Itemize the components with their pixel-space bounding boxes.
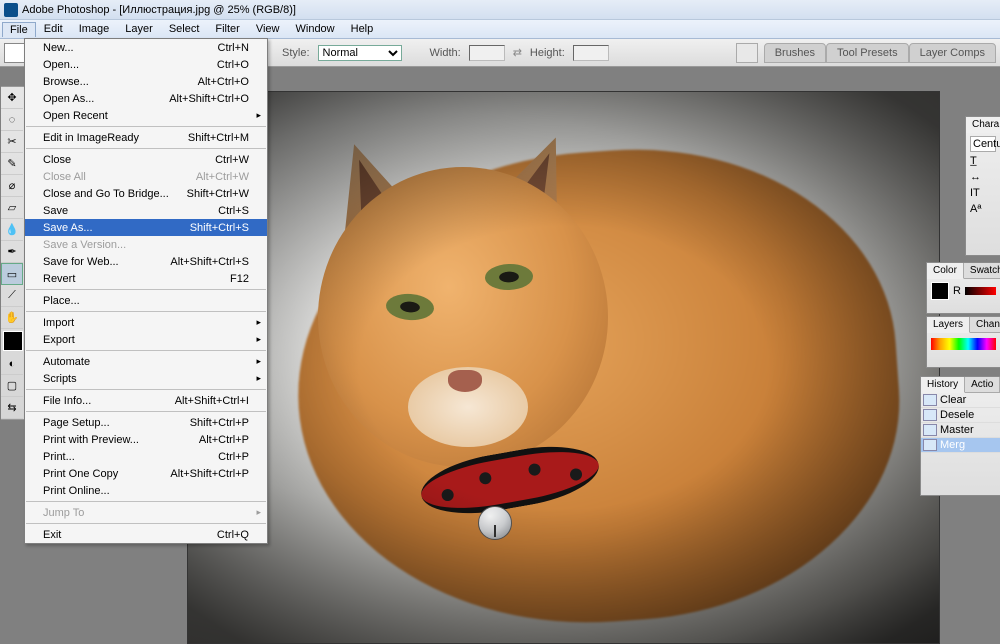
menu-window[interactable]: Window [288,21,343,37]
tab-layers[interactable]: Layers [927,317,970,333]
screenmode-icon[interactable]: ▢ [1,375,23,397]
history-item[interactable]: Merg [921,438,1000,453]
clone-tool-icon[interactable]: ⌀ [1,175,23,197]
marquee-tool-icon[interactable]: ▭ [1,263,23,285]
color-swatch-icon[interactable] [931,282,949,300]
tab-color[interactable]: Color [927,263,964,279]
history-state-icon [923,409,937,421]
menu-item-save-for-web[interactable]: Save for Web...Alt+Shift+Ctrl+S [25,253,267,270]
crop-tool-icon[interactable]: ✂ [1,131,23,153]
height-input[interactable] [573,45,609,61]
photoshop-icon [4,3,18,17]
file-menu-dropdown: New...Ctrl+NOpen...Ctrl+OBrowse...Alt+Ct… [24,38,268,544]
menu-item-print[interactable]: Print...Ctrl+P [25,448,267,465]
r-channel-label: R [953,285,961,297]
swap-icon[interactable]: ⇄ [513,46,522,59]
tab-actions[interactable]: Actio [965,377,1000,393]
baseline-icon: Aª [970,203,981,215]
menu-select[interactable]: Select [161,21,208,37]
imageready-icon[interactable]: ⇆ [1,397,23,419]
history-item[interactable]: Desele [921,408,1000,423]
menu-item-close[interactable]: CloseCtrl+W [25,151,267,168]
tab-brushes[interactable]: Brushes [764,43,826,63]
lasso-tool-icon[interactable]: ◌ [1,109,23,131]
brush-tool-icon[interactable]: ✎ [1,153,23,175]
font-family-value[interactable]: Centu [970,136,996,152]
tracking-icon: ↔ [970,171,981,183]
width-label: Width: [430,47,461,59]
menu-item-revert[interactable]: RevertF12 [25,270,267,287]
tab-character[interactable]: Chara [966,117,1000,133]
tab-channels[interactable]: Channe [970,317,1000,333]
history-state-icon [923,439,937,451]
document-canvas[interactable] [187,91,940,644]
menu-item-automate[interactable]: Automate [25,353,267,370]
tab-history[interactable]: History [921,377,965,393]
menu-item-save[interactable]: SaveCtrl+S [25,202,267,219]
tab-tool-presets[interactable]: Tool Presets [826,43,909,63]
hand-tool-icon[interactable]: ✋ [1,307,23,329]
width-input[interactable] [469,45,505,61]
menubar: File Edit Image Layer Select Filter View… [0,20,1000,39]
menu-item-export[interactable]: Export [25,331,267,348]
menu-layer[interactable]: Layer [117,21,161,37]
height-label: Height: [530,47,565,59]
menu-item-print-with-preview[interactable]: Print with Preview...Alt+Ctrl+P [25,431,267,448]
layers-panel[interactable]: Layers Channe [926,316,1000,368]
menu-item-import[interactable]: Import [25,314,267,331]
document-title: [Иллюстрация.jpg @ 25% (RGB/8)] [119,4,296,16]
move-tool-icon[interactable]: ✥ [1,87,23,109]
menu-item-save-a-version: Save a Version... [25,236,267,253]
menu-item-save-as[interactable]: Save As...Shift+Ctrl+S [25,219,267,236]
menu-item-browse[interactable]: Browse...Alt+Ctrl+O [25,73,267,90]
eraser-tool-icon[interactable]: ▱ [1,197,23,219]
menu-file[interactable]: File [2,22,36,37]
history-item[interactable]: Clear [921,393,1000,408]
menu-item-close-all: Close AllAlt+Ctrl+W [25,168,267,185]
menu-item-open[interactable]: Open...Ctrl+O [25,56,267,73]
tab-layer-comps[interactable]: Layer Comps [909,43,996,63]
menu-item-new[interactable]: New...Ctrl+N [25,39,267,56]
menu-item-close-and-go-to-bridge[interactable]: Close and Go To Bridge...Shift+Ctrl+W [25,185,267,202]
eyedropper-tool-icon[interactable]: ⟋ [1,285,23,307]
path-tool-icon[interactable]: ✒ [1,241,23,263]
menu-item-edit-in-imageready[interactable]: Edit in ImageReadyShift+Ctrl+M [25,129,267,146]
menu-image[interactable]: Image [71,21,118,37]
blur-tool-icon[interactable]: 💧 [1,219,23,241]
menu-item-open-as[interactable]: Open As...Alt+Shift+Ctrl+O [25,90,267,107]
font-size-icon: T̲ [970,155,977,167]
menu-item-place[interactable]: Place... [25,292,267,309]
menu-item-page-setup[interactable]: Page Setup...Shift+Ctrl+P [25,414,267,431]
character-panel[interactable]: Chara Centu T̲ ↔ IT Aª [965,116,1000,256]
foreground-color-swatch[interactable] [3,331,23,351]
menu-item-file-info[interactable]: File Info...Alt+Shift+Ctrl+I [25,392,267,409]
menu-item-open-recent[interactable]: Open Recent [25,107,267,124]
style-select[interactable]: Normal [318,45,402,61]
r-slider[interactable] [965,287,996,295]
style-label: Style: [282,47,310,59]
tool-preset-thumb[interactable] [4,43,26,63]
app-name: Adobe Photoshop [22,4,109,16]
history-item[interactable]: Master [921,423,1000,438]
menu-item-print-one-copy[interactable]: Print One CopyAlt+Shift+Ctrl+P [25,465,267,482]
titlebar: Adobe Photoshop - [Иллюстрация.jpg @ 25%… [0,0,1000,20]
dock-to-palette-icon[interactable] [736,43,758,63]
menu-item-scripts[interactable]: Scripts [25,370,267,387]
menu-item-print-online[interactable]: Print Online... [25,482,267,499]
history-state-icon [923,424,937,436]
toolbox: ✥ ◌ ✂ ✎ ⌀ ▱ 💧 ✒ ▭ ⟋ ✋ ◐ ▢ ⇆ [1,86,25,420]
color-panel[interactable]: Color Swatch R [926,262,1000,314]
menu-item-jump-to: Jump To [25,504,267,521]
spectrum-gradient[interactable] [931,338,996,350]
vscale-icon: IT [970,187,980,199]
menu-item-exit[interactable]: ExitCtrl+Q [25,526,267,543]
menu-filter[interactable]: Filter [207,21,247,37]
menu-help[interactable]: Help [343,21,382,37]
menu-view[interactable]: View [248,21,288,37]
menu-edit[interactable]: Edit [36,21,71,37]
history-state-icon [923,394,937,406]
quickmask-icon[interactable]: ◐ [1,353,23,375]
history-panel[interactable]: History Actio Clear Desele Master Merg [920,376,1000,496]
tab-swatches[interactable]: Swatch [964,263,1000,279]
